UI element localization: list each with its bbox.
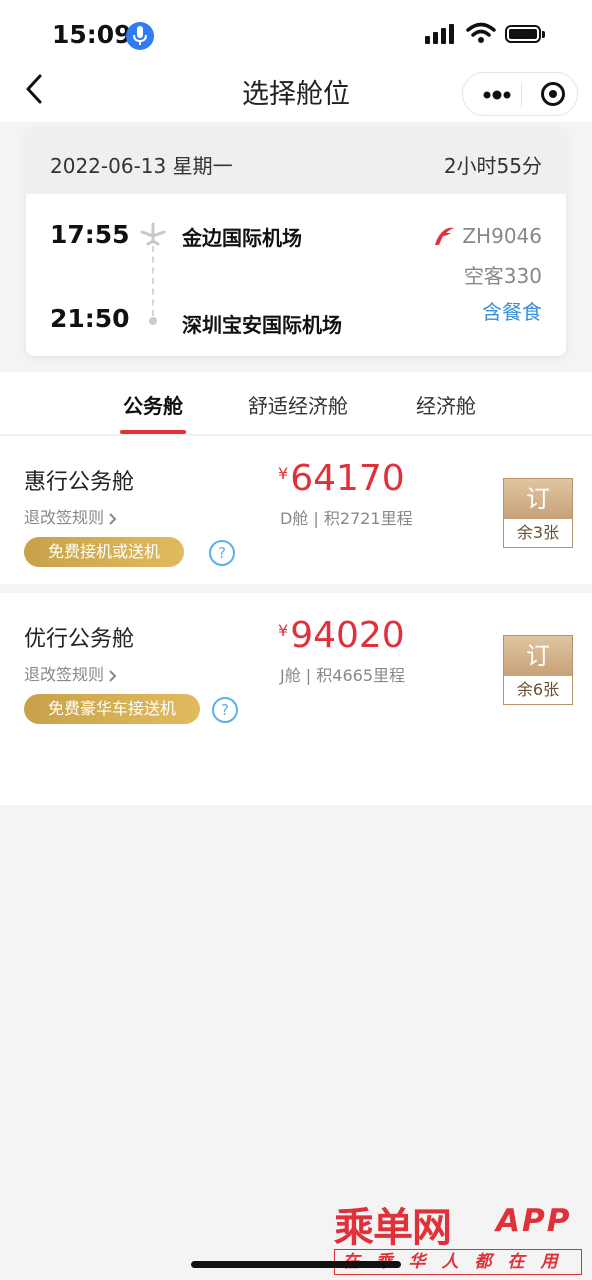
- refund-rules-link[interactable]: 退改签规则: [24, 504, 118, 528]
- status-bar: 15:09: [0, 0, 592, 72]
- cellular-signal-icon: [425, 24, 454, 44]
- chevron-right-icon: [109, 669, 117, 682]
- departure-time: 17:55: [50, 220, 130, 249]
- refund-rules-label: 退改签规则: [24, 665, 105, 684]
- flight-card: 2022-06-13 星期一 2小时55分 17:55 金边国际机场 21:50…: [26, 128, 566, 356]
- chevron-right-icon: [109, 512, 117, 525]
- tab-economy[interactable]: 经济舱: [416, 390, 476, 419]
- book-button[interactable]: 订 余3张: [503, 478, 573, 548]
- cabin-name: 惠行公务舱: [24, 470, 135, 495]
- airplane-icon: [140, 222, 166, 246]
- book-label: 订: [504, 479, 572, 519]
- arrival-time: 21:50: [50, 304, 130, 333]
- class-info: D舱 | 积2721里程: [280, 509, 413, 528]
- status-time: 15:09: [52, 20, 132, 49]
- flight-date: 2022-06-13 星期一: [50, 154, 233, 178]
- route-line: [152, 246, 154, 316]
- close-target-icon[interactable]: [541, 82, 565, 106]
- meal-info[interactable]: 含餐食: [482, 296, 542, 325]
- more-icon[interactable]: [483, 86, 511, 104]
- microphone-icon: [126, 22, 154, 50]
- price-amount: 94020: [290, 615, 405, 656]
- route-end-dot: [149, 317, 157, 325]
- book-button[interactable]: 订 余6张: [503, 635, 573, 705]
- watermark-brand: 乘单网: [334, 1205, 452, 1251]
- departure-airport: 金边国际机场: [182, 226, 302, 250]
- tab-business[interactable]: 公务舱: [123, 390, 183, 419]
- cabin-row: 惠行公务舱 退改签规则 免费接机或送机 ? ¥64170 D舱 | 积2721里…: [0, 436, 592, 584]
- perk-badge: 免费接机或送机: [24, 537, 185, 567]
- class-info: J舱 | 积4665里程: [280, 666, 406, 685]
- tab-premium-economy[interactable]: 舒适经济舱: [248, 390, 348, 419]
- aircraft-type: 空客330: [463, 264, 542, 288]
- refund-rules-label: 退改签规则: [24, 508, 105, 527]
- price: ¥94020: [278, 615, 405, 656]
- battery-icon: [505, 25, 545, 43]
- perk-badge: 免费豪华车接送机: [24, 694, 201, 724]
- remaining-seats: 余6张: [516, 680, 560, 699]
- help-icon[interactable]: ?: [209, 540, 235, 566]
- flight-number: ZH9046: [462, 224, 542, 248]
- price: ¥64170: [278, 458, 405, 499]
- home-indicator[interactable]: [191, 1261, 401, 1268]
- arrival-airport: 深圳宝安国际机场: [182, 313, 342, 337]
- refund-rules-link[interactable]: 退改签规则: [24, 661, 118, 685]
- help-icon[interactable]: ?: [212, 697, 238, 723]
- remaining-seats: 余3张: [516, 523, 560, 542]
- cabin-name: 优行公务舱: [24, 627, 135, 652]
- cabin-tabs: 公务舱 舒适经济舱 经济舱: [0, 372, 592, 435]
- wifi-icon: [466, 22, 496, 43]
- currency-symbol: ¥: [278, 464, 289, 483]
- currency-symbol: ¥: [278, 621, 289, 640]
- airline-logo-icon: [435, 227, 454, 245]
- flight-duration: 2小时55分: [443, 154, 542, 178]
- book-label: 订: [504, 636, 572, 676]
- price-amount: 64170: [290, 458, 405, 499]
- mini-program-capsule: [462, 72, 578, 116]
- nav-bar: 选择舱位: [0, 72, 592, 122]
- cabin-row: 优行公务舱 退改签规则 免费豪华车接送机 ? ¥94020 J舱 | 积4665…: [0, 593, 592, 805]
- flight-card-header: 2022-06-13 星期一 2小时55分: [26, 128, 566, 194]
- watermark-app: APP: [496, 1203, 572, 1239]
- active-tab-indicator: [120, 430, 186, 434]
- capsule-divider: [521, 83, 522, 107]
